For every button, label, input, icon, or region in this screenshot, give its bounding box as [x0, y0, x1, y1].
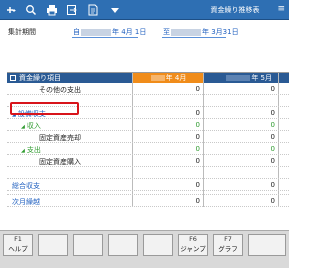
table-row[interactable]: 固定資産売却 0 0	[7, 131, 289, 143]
row-value-month2: 0	[270, 133, 275, 141]
row-value-month2: 0	[270, 85, 275, 93]
table-row[interactable]: ◢ 支出 0 0	[7, 143, 289, 155]
f7-graph-button[interactable]: F7 グラフ	[213, 234, 243, 256]
collapse-icon[interactable]: ◢	[21, 124, 25, 130]
period-to-underline	[162, 37, 226, 38]
row-value-month2: 0	[270, 109, 275, 117]
row-value-month1: 0	[195, 157, 200, 165]
function-key-bar: F1 ヘルプ F6 ジャンプ F7 グラフ	[0, 230, 289, 268]
window-title: 資金繰り推移表	[210, 6, 260, 14]
header-month3[interactable]	[279, 73, 289, 83]
header-month1[interactable]: 年 4月	[133, 73, 203, 83]
period-to-date: 年 3月31日	[202, 28, 239, 36]
row-value-month2: 0	[270, 145, 275, 153]
f4-button[interactable]	[108, 234, 138, 256]
export-icon[interactable]	[65, 3, 79, 17]
redacted-year	[226, 75, 251, 81]
row-label: 総合収支	[12, 182, 40, 190]
f8-button[interactable]	[248, 234, 286, 256]
period-from-prefix: 自	[73, 28, 80, 36]
zoom-icon[interactable]	[24, 3, 38, 17]
period-label: 集計期間	[8, 28, 36, 36]
menu-icon[interactable]: ≡	[277, 5, 285, 14]
table-row[interactable]: 次月繰越 0 0	[7, 195, 289, 207]
fkey-number: F7	[224, 235, 232, 243]
header-month2-label: 年 5月	[251, 74, 272, 82]
fkey-number: F1	[14, 235, 22, 243]
fkey-label: ヘルプ	[8, 245, 28, 253]
period-from-date: 年 4月 1日	[112, 28, 147, 36]
header-item-label: 資金繰り項目	[19, 74, 61, 82]
toolbar: 資金繰り推移表 ≡	[0, 0, 289, 20]
period-from-underline	[72, 37, 138, 38]
cashflow-grid: 資金繰り項目 年 4月 年 5月 その他の支出 0 0 ◢ 設備収支 0 0 ◢ 収…	[7, 72, 289, 207]
f3-button[interactable]	[73, 234, 103, 256]
row-value-month2: 0	[270, 197, 275, 205]
table-row[interactable]	[7, 167, 289, 179]
f1-help-button[interactable]: F1 ヘルプ	[3, 234, 33, 256]
f5-button[interactable]	[143, 234, 173, 256]
redacted-year	[150, 75, 165, 81]
dropdown-icon[interactable]	[108, 3, 122, 17]
header-month1-label: 年 4月	[165, 74, 187, 82]
row-value-month1: 0	[195, 121, 200, 129]
row-label: その他の支出	[39, 86, 81, 94]
row-label-group: ◢ 収入	[21, 121, 41, 131]
period-to-prefix: 至	[163, 28, 170, 36]
row-value-month2: 0	[270, 121, 275, 129]
row-label: 固定資産購入	[39, 158, 81, 166]
period-from-field[interactable]: 自 年 4月 1日	[73, 27, 146, 37]
fkey-label: グラフ	[218, 245, 238, 253]
collapse-icon[interactable]: ◢	[21, 148, 25, 154]
row-value-month2: 0	[270, 157, 275, 165]
row-label: 次月繰越	[12, 198, 40, 206]
fkey-label: ジャンプ	[180, 245, 206, 253]
header-item: 資金繰り項目	[7, 73, 132, 83]
row-value-month1: 0	[195, 145, 200, 153]
row-value-month1: 0	[195, 85, 200, 93]
table-row[interactable]: その他の支出 0 0	[7, 83, 289, 95]
row-value-month2: 0	[270, 181, 275, 189]
highlight-box	[10, 102, 79, 115]
f2-button[interactable]	[38, 234, 68, 256]
f6-jump-button[interactable]: F6 ジャンプ	[178, 234, 208, 256]
redacted-year	[81, 28, 111, 36]
row-label: 支出	[26, 146, 41, 154]
header-month2[interactable]: 年 5月	[204, 73, 278, 83]
pdf-icon[interactable]	[86, 3, 100, 17]
add-icon[interactable]	[4, 3, 18, 17]
table-row[interactable]: 固定資産購入 0 0	[7, 155, 289, 167]
table-row[interactable]: 総合収支 0 0	[7, 179, 289, 191]
row-value-month1: 0	[195, 109, 200, 117]
row-value-month1: 0	[195, 197, 200, 205]
row-label-group: ◢ 支出	[21, 145, 41, 155]
row-label: 固定資産売却	[39, 134, 81, 142]
row-value-month1: 0	[195, 133, 200, 141]
print-icon[interactable]	[45, 3, 59, 17]
redacted-year	[171, 28, 201, 36]
row-value-month1: 0	[195, 181, 200, 189]
period-to-field[interactable]: 至 年 3月31日	[163, 27, 239, 37]
sheet-icon	[10, 75, 16, 81]
fkey-number: F6	[189, 235, 197, 243]
table-row[interactable]: ◢ 収入 0 0	[7, 119, 289, 131]
row-label: 収入	[26, 122, 41, 130]
